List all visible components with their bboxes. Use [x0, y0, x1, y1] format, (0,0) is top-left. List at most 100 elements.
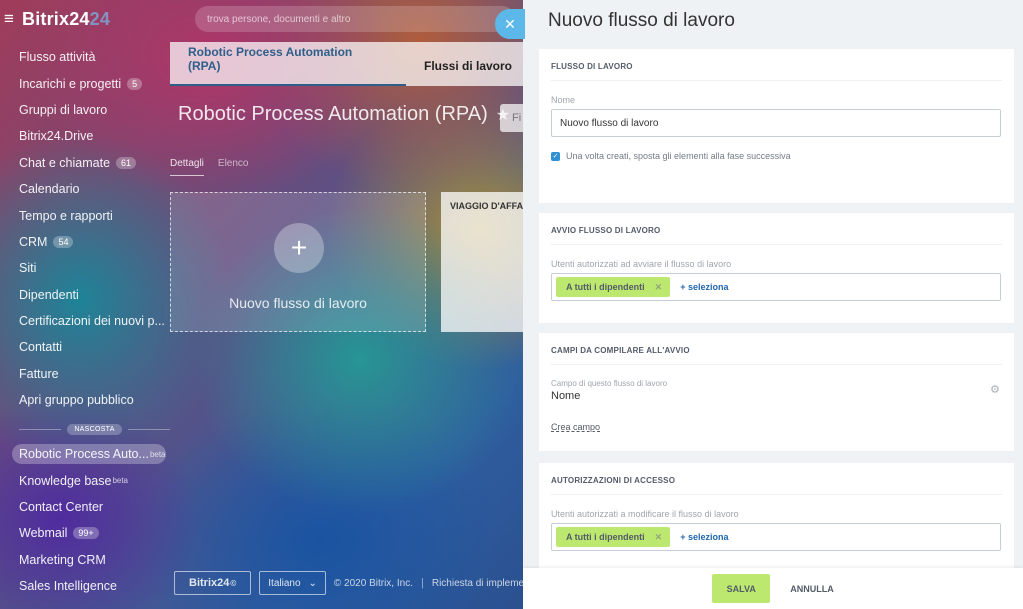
counter-badge: 5: [127, 77, 143, 90]
hidden-tag: NASCOSTA: [67, 423, 122, 435]
section-start-fields: CAMPI DA COMPILARE ALL'AVVIO Campo di qu…: [539, 333, 1014, 451]
create-field-link[interactable]: Crea campo: [551, 422, 600, 432]
counter-badge: 54: [53, 235, 74, 248]
sidebar-item-label: Dipendenti: [19, 287, 79, 302]
sidebar-item-webmail[interactable]: Webmail 99+: [0, 520, 170, 546]
sidebar-item-label: Bitrix24.Drive: [19, 129, 94, 144]
search-input[interactable]: [207, 13, 487, 25]
sidebar-item-label: Siti: [19, 261, 37, 276]
field-row-name: Campo di questo flusso di lavoro Nome ⚙: [551, 379, 1002, 402]
sidebar-item-label: Flusso attività: [19, 50, 96, 65]
sidebar-item-calendario[interactable]: Calendario: [0, 176, 170, 202]
business-trip-card-label: VIAGGIO D'AFFARI: [450, 201, 531, 211]
section-start-header: AVVIO FLUSSO DI LAVORO: [551, 213, 1002, 245]
view-subtabs: Dettagli Elenco: [170, 158, 248, 176]
language-selector[interactable]: Italiano ⌄: [259, 571, 326, 595]
copyright-icon: ©: [230, 578, 237, 588]
implementation-request-link[interactable]: Richiesta di impleme: [432, 578, 524, 589]
section-access: AUTORIZZAZIONI DI ACCESSO Utenti autoriz…: [539, 463, 1014, 568]
page-footer: Bitrix24 © Italiano ⌄ © 2020 Bitrix, Inc. …: [174, 571, 524, 595]
sidebar-item-gruppi-di-lavoro[interactable]: Gruppi di lavoro: [0, 97, 170, 123]
sidebar-item-label: Gruppi di lavoro: [19, 102, 108, 117]
business-trip-card[interactable]: VIAGGIO D'AFFARI: [441, 192, 531, 332]
panel-footer: SALVA ANNULLA: [523, 568, 1023, 609]
hamburger-menu-icon[interactable]: ≡: [4, 9, 20, 29]
sidebar-item-sales-intelligence[interactable]: Sales Intelligence: [0, 573, 170, 599]
sidebar-item-crm[interactable]: CRM 54: [0, 229, 170, 255]
access-users-selector[interactable]: A tutti i dipendenti ✕ + seleziona: [551, 523, 1001, 551]
counter-badge: 99+: [73, 527, 99, 540]
sidebar-item-label: Marketing CRM: [19, 552, 106, 567]
sidebar-item-flusso-attivit[interactable]: Flusso attività: [0, 44, 170, 70]
sidebar-item-dipendenti[interactable]: Dipendenti: [0, 282, 170, 308]
all-employees-chip: A tutti i dipendenti ✕: [556, 277, 671, 297]
sidebar-item-contatti[interactable]: Contatti: [0, 334, 170, 360]
sidebar-item-label: Incarichi e progetti: [19, 76, 122, 91]
sidebar-item-chat-e-chiamate[interactable]: Chat e chiamate 61: [0, 150, 170, 176]
footer-logo[interactable]: Bitrix24 ©: [174, 571, 252, 595]
sidebar-item-label: CRM: [19, 234, 48, 249]
divider: [19, 428, 62, 430]
sidebar-item-label: Certificazioni dei nuovi p...: [19, 314, 165, 329]
start-users-selector[interactable]: A tutti i dipendenti ✕ + seleziona: [551, 273, 1001, 301]
sidebar-item-label: Contatti: [19, 340, 63, 355]
select-users-link[interactable]: + seleziona: [680, 282, 728, 292]
sidebar-item-incarichi-e-progetti[interactable]: Incarichi e progetti 5: [0, 70, 170, 96]
sidebar-item-siti[interactable]: Siti: [0, 255, 170, 281]
page-title-text: Robotic Process Automation (RPA): [178, 103, 488, 125]
logo-text: Bitrix24: [22, 8, 90, 29]
new-workflow-card-label: Nuovo flusso di lavoro: [229, 295, 367, 311]
sidebar-item-apri-gruppo-pubblico[interactable]: Apri gruppo pubblico: [0, 387, 170, 413]
save-button[interactable]: SALVA: [712, 574, 771, 603]
tab-rpa[interactable]: Robotic Process Automation (RPA): [170, 42, 406, 86]
name-label: Nome: [551, 95, 576, 105]
sidebar-item-bitrix24-drive[interactable]: Bitrix24.Drive: [0, 123, 170, 149]
sidebar-item-certificazioni-dei-nuovi-p[interactable]: Certificazioni dei nuovi p...: [0, 308, 170, 334]
hidden-items-separator[interactable]: NASCOSTA: [0, 417, 171, 441]
sidebar-item-label: Fatture: [19, 366, 59, 381]
cancel-button[interactable]: ANNULLA: [790, 584, 834, 594]
remove-chip-icon[interactable]: ✕: [655, 282, 663, 293]
workflow-name-input[interactable]: [551, 109, 1001, 137]
select-users-link[interactable]: + seleziona: [680, 532, 728, 542]
search-bar[interactable]: [195, 6, 515, 32]
panel-title: Nuovo flusso di lavoro: [548, 10, 735, 31]
move-items-checkbox-label: Una volta creati, sposta gli elementi al…: [566, 151, 791, 161]
plus-icon: +: [274, 223, 324, 273]
counter-badge: 61: [116, 156, 137, 169]
divider: [127, 428, 171, 430]
page-title: Robotic Process Automation (RPA) ★: [178, 103, 510, 126]
copyright-text: © 2020 Bitrix, Inc.: [333, 577, 413, 589]
section-fields-header: CAMPI DA COMPILARE ALL'AVVIO: [551, 333, 1002, 365]
beta-tag: beta: [112, 476, 129, 486]
sidebar-menu: Flusso attività Incarichi e progetti 5 Grup…: [0, 44, 171, 599]
sidebar-item-label: Knowledge base: [19, 473, 112, 488]
gear-icon[interactable]: ⚙: [990, 383, 1002, 396]
tab-workflows[interactable]: Flussi di lavoro: [406, 42, 530, 86]
sidebar-item-tempo-e-rapporti[interactable]: Tempo e rapporti: [0, 202, 170, 228]
section-workflow-header: FLUSSO DI LAVORO: [551, 49, 1002, 81]
sidebar-item-label: Tempo e rapporti: [19, 208, 113, 223]
access-users-label: Utenti autorizzati a modificare il fluss…: [551, 509, 739, 519]
remove-chip-icon[interactable]: ✕: [655, 532, 663, 543]
sidebar-item-robotic-process-auto[interactable]: Robotic Process Auto... beta: [12, 444, 166, 465]
sidebar-item-marketing-crm[interactable]: Marketing CRM: [0, 547, 170, 573]
close-icon: ✕: [504, 15, 516, 32]
all-employees-chip: A tutti i dipendenti ✕: [556, 527, 671, 547]
section-access-header: AUTORIZZAZIONI DI ACCESSO: [551, 463, 1002, 495]
new-workflow-card[interactable]: + Nuovo flusso di lavoro: [170, 192, 426, 332]
section-workflow: FLUSSO DI LAVORO Nome ✓ Una volta creati…: [539, 49, 1014, 203]
close-panel-button[interactable]: ✕: [495, 9, 525, 39]
footer-logo-text: Bitrix24: [189, 577, 230, 589]
sidebar-item-fatture[interactable]: Fatture: [0, 361, 170, 387]
bitrix24-logo[interactable]: Bitrix2424: [22, 9, 110, 30]
all-employees-chip-label: A tutti i dipendenti: [566, 282, 645, 292]
sidebar-item-knowledge-base[interactable]: Knowledge base beta: [0, 467, 170, 493]
field-row-value: Nome: [551, 390, 581, 402]
chevron-down-icon: ⌄: [308, 577, 317, 589]
subtab-list[interactable]: Elenco: [218, 158, 249, 176]
checkbox-checked-icon[interactable]: ✓: [551, 151, 560, 161]
subtab-details[interactable]: Dettagli: [170, 158, 204, 176]
move-items-checkbox-row[interactable]: ✓ Una volta creati, sposta gli elementi …: [551, 151, 1002, 161]
sidebar-item-contact-center[interactable]: Contact Center: [0, 494, 170, 520]
